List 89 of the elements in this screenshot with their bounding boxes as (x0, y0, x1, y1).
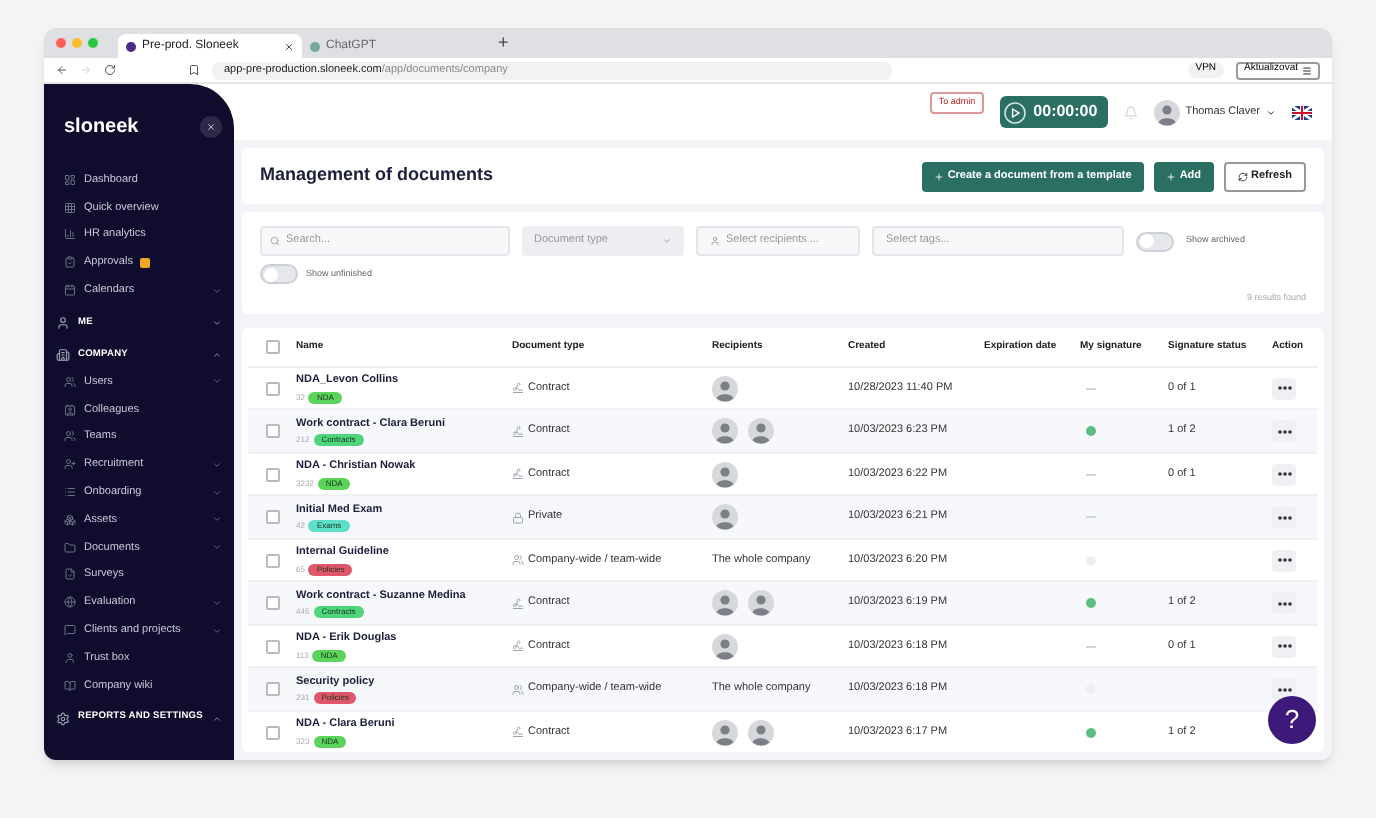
toggle-switch[interactable] (1136, 231, 1174, 251)
clipboard-icon (64, 256, 76, 269)
more-button[interactable] (1272, 635, 1296, 657)
chevron-down-icon (662, 236, 672, 246)
avatar (1153, 99, 1180, 125)
building-icon (56, 347, 70, 362)
chevron-down-icon (212, 597, 222, 608)
checkbox[interactable] (265, 339, 279, 354)
close-window-icon[interactable] (56, 38, 66, 48)
menu-icon (1302, 65, 1312, 75)
person-icon (56, 315, 70, 330)
new-tab-button[interactable]: + (498, 29, 509, 57)
checkbox[interactable] (265, 510, 279, 524)
favicon-icon (126, 41, 136, 51)
search-icon (270, 236, 280, 246)
plus-icon (933, 171, 944, 181)
avatar (748, 418, 774, 444)
more-button[interactable] (1272, 549, 1296, 571)
chat-icon (64, 624, 76, 637)
plus-icon (1165, 171, 1176, 181)
chevron-up-icon (212, 713, 222, 724)
person-icon (710, 236, 720, 246)
avatar (712, 633, 738, 659)
maximize-window-icon[interactable] (88, 38, 98, 48)
more-button[interactable] (1272, 377, 1296, 399)
chevron-down-icon (212, 625, 222, 636)
timer-value: 00:00:00 (1033, 100, 1098, 124)
chevron-down-icon (212, 459, 222, 470)
chevron-up-icon (212, 349, 222, 360)
refresh-icon (1237, 171, 1248, 181)
more-button[interactable] (1272, 678, 1296, 700)
timer-button[interactable]: 00:00:00 (999, 96, 1108, 128)
checkbox[interactable] (265, 596, 279, 610)
people-icon (64, 430, 76, 443)
logo: sloneek (64, 114, 139, 142)
checkbox[interactable] (265, 725, 279, 739)
add-person-icon (64, 458, 76, 471)
contact-card-icon (64, 403, 76, 416)
person-icon (64, 651, 76, 664)
chevron-down-icon (212, 542, 222, 553)
forward-icon[interactable] (80, 64, 92, 76)
calendar-icon (64, 284, 76, 297)
bell-icon[interactable] (1123, 105, 1138, 119)
globe-icon (64, 596, 76, 609)
avatar (712, 590, 738, 616)
more-button[interactable] (1272, 463, 1296, 485)
chevron-down-icon (212, 285, 222, 296)
avatar (712, 461, 738, 487)
toggle-switch[interactable] (260, 264, 298, 284)
avatar (712, 375, 738, 401)
dashboard-icon (64, 173, 76, 186)
avatar (712, 719, 738, 745)
chart-icon (64, 228, 76, 241)
favicon-icon (310, 41, 320, 51)
people-icon (64, 375, 76, 388)
checkbox[interactable] (265, 424, 279, 438)
more-button[interactable] (1272, 420, 1296, 442)
avatar (712, 504, 738, 530)
more-button[interactable] (1272, 506, 1296, 528)
folder-icon (64, 541, 76, 554)
reload-icon[interactable] (104, 64, 116, 76)
avatar (748, 719, 774, 745)
settings-icon (56, 711, 70, 726)
flag-icon[interactable] (1292, 105, 1312, 119)
checkbox[interactable] (265, 467, 279, 481)
book-icon (64, 679, 76, 692)
checkbox[interactable] (265, 381, 279, 395)
chevron-down-icon (212, 514, 222, 525)
grid-icon (64, 201, 76, 214)
minimize-window-icon[interactable] (72, 38, 82, 48)
avatar (748, 590, 774, 616)
chevron-down-icon (212, 317, 222, 328)
list-icon (64, 486, 76, 499)
checkbox[interactable] (265, 682, 279, 696)
chevron-down-icon (212, 487, 222, 498)
badge-icon (140, 257, 151, 268)
checked-file-icon (64, 568, 76, 581)
page-title: Management of documents (260, 162, 496, 189)
play-icon (1003, 101, 1026, 123)
checkbox[interactable] (265, 639, 279, 653)
more-button[interactable] (1272, 592, 1296, 614)
avatar (712, 418, 738, 444)
back-icon[interactable] (56, 64, 68, 76)
chevron-down-icon[interactable] (1266, 107, 1276, 117)
bookmark-icon[interactable] (188, 64, 200, 76)
chevron-down-icon (212, 376, 222, 387)
close-button[interactable] (200, 116, 222, 138)
boxes-icon (64, 513, 76, 526)
checkbox[interactable] (265, 553, 279, 567)
